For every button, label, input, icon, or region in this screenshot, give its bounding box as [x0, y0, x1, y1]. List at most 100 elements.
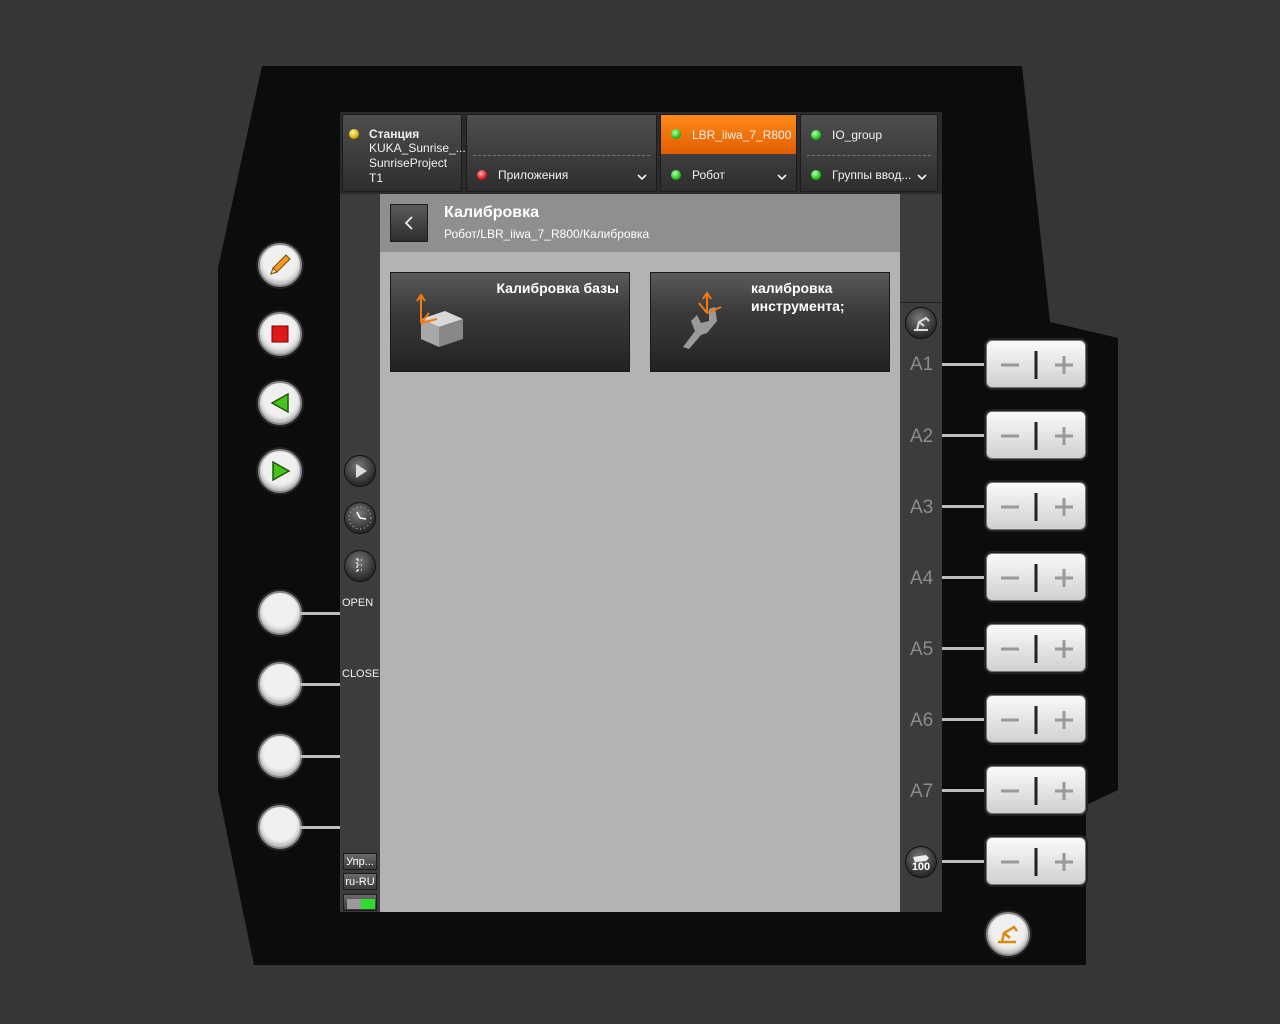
io-status-led: [811, 130, 821, 140]
minus-plus-icon: [1001, 706, 1073, 734]
open-label: OPEN: [342, 597, 374, 609]
jog-key-connector: [942, 363, 988, 366]
robot-key-button[interactable]: [986, 912, 1030, 956]
chevron-down-icon: [777, 174, 787, 181]
step-back-key-button[interactable]: [258, 381, 302, 425]
io-menu-led: [811, 170, 821, 180]
applications-tile[interactable]: Приложения: [466, 114, 657, 192]
robot-label: Робот: [692, 168, 725, 182]
minus-plus-icon: [1001, 777, 1073, 805]
jog-key-6[interactable]: [986, 695, 1086, 743]
base-calibration-icon: [416, 293, 463, 347]
open-key-button[interactable]: [258, 591, 302, 635]
jog-key-3[interactable]: [986, 482, 1086, 530]
user-key-4-connector: [300, 826, 342, 829]
jog-override-value: 100: [911, 861, 931, 873]
jog-key-1[interactable]: [986, 340, 1086, 388]
jog-key-7[interactable]: [986, 766, 1086, 814]
jog-key-connector: [942, 647, 988, 650]
open-key-connector: [300, 612, 342, 615]
language-button[interactable]: ru-RU: [343, 873, 377, 890]
chevron-down-icon: [637, 174, 647, 181]
page-header: Калибровка Робот/LBR_iiwa_7_R800/Калибро…: [380, 194, 900, 252]
tile-divider: [473, 155, 650, 156]
minus-plus-icon: [1001, 635, 1073, 663]
connection-indicator: [343, 894, 377, 911]
tool-calibration-icon: [683, 291, 722, 349]
stop-icon: [271, 325, 289, 343]
robot-status-led: [671, 129, 681, 139]
jog-override-button[interactable]: 100: [905, 846, 937, 878]
io-label: Группы ввод...: [832, 168, 912, 182]
touch-screen: Станция KUKA_Sunrise_... SunriseProject …: [340, 112, 942, 912]
axis-label-a7: A7: [910, 781, 934, 802]
jog-key-connector: [942, 860, 988, 863]
manage-button[interactable]: Упр...: [343, 853, 377, 870]
play-forward-icon: [272, 460, 291, 482]
robot-arm-icon: [914, 316, 930, 331]
base-calibration-card[interactable]: Калибровка базы: [390, 272, 630, 372]
station-project: SunriseProject: [369, 156, 448, 170]
jog-key-2[interactable]: [986, 411, 1086, 459]
user-key-3-connector: [300, 755, 342, 758]
jog-key-connector: [942, 505, 988, 508]
battery-icon: [347, 899, 375, 909]
minus-plus-icon: [1001, 493, 1073, 521]
tool-calibration-card[interactable]: калибровка инструмента;: [650, 272, 890, 372]
jog-strip-divider: [900, 302, 942, 303]
back-button[interactable]: [390, 204, 428, 242]
play-icon: [356, 464, 367, 478]
robot-name-tab[interactable]: LBR_iiwa_7_R800: [661, 115, 796, 154]
main-panel: Калибровка Робот/LBR_iiwa_7_R800/Калибро…: [380, 194, 900, 912]
station-status-led: [349, 129, 359, 139]
minus-plus-icon: [1001, 422, 1073, 450]
robot-menu-led: [671, 170, 681, 180]
jog-strip: 100: [900, 194, 942, 912]
status-bar: Станция KUKA_Sunrise_... SunriseProject …: [340, 112, 942, 194]
tool-calibration-label-line1: калибровка: [751, 280, 833, 296]
close-key-connector: [300, 683, 342, 686]
minus-plus-icon: [1001, 564, 1073, 592]
breadcrumb: Робот/LBR_iiwa_7_R800/Калибровка: [444, 227, 650, 241]
jog-key-connector: [942, 576, 988, 579]
user-key-3-button[interactable]: [258, 734, 302, 778]
clock-icon: [348, 506, 372, 530]
jog-key-connector: [942, 718, 988, 721]
jog-key-connector: [942, 789, 988, 792]
axis-label-a6: A6: [910, 710, 934, 731]
tool-calibration-label-line2: инструмента;: [751, 298, 845, 314]
step-list-button[interactable]: [344, 550, 376, 582]
jog-key-5[interactable]: [986, 624, 1086, 672]
robot-tile[interactable]: LBR_iiwa_7_R800 Робот: [660, 114, 797, 192]
station-title: Станция: [369, 127, 420, 141]
robot-name: LBR_iiwa_7_R800: [692, 128, 792, 142]
edit-key-button[interactable]: [258, 243, 302, 287]
station-name: KUKA_Sunrise_...: [369, 141, 466, 155]
start-key-button[interactable]: [258, 449, 302, 493]
jog-key-connector: [942, 434, 988, 437]
user-key-4-button[interactable]: [258, 805, 302, 849]
station-tile[interactable]: Станция KUKA_Sunrise_... SunriseProject …: [342, 114, 466, 192]
page-title: Калибровка: [444, 204, 540, 221]
run-mode-button[interactable]: [344, 455, 376, 487]
axis-label-a2: A2: [910, 426, 934, 447]
io-group-name: IO_group: [832, 128, 883, 142]
axis-label-a3: A3: [910, 497, 934, 518]
jog-mode-button[interactable]: [905, 307, 937, 339]
base-calibration-label: Калибровка базы: [496, 280, 619, 296]
close-label: CLOSE: [342, 668, 380, 680]
robot-arm-icon: [998, 925, 1018, 944]
chevron-left-icon: [404, 216, 413, 230]
override-clock-button[interactable]: [344, 502, 376, 534]
io-tile[interactable]: IO_group Группы ввод...: [800, 114, 938, 192]
jog-key-8[interactable]: [986, 837, 1086, 885]
close-key-button[interactable]: [258, 662, 302, 706]
stop-key-button[interactable]: [258, 312, 302, 356]
play-backward-icon: [270, 392, 289, 414]
axis-label-a4: A4: [910, 568, 934, 589]
jog-key-4[interactable]: [986, 553, 1086, 601]
axis-label-a5: A5: [910, 639, 934, 660]
list-steps-icon: [356, 558, 362, 574]
station-mode: T1: [369, 171, 384, 185]
tile-divider: [807, 155, 931, 156]
